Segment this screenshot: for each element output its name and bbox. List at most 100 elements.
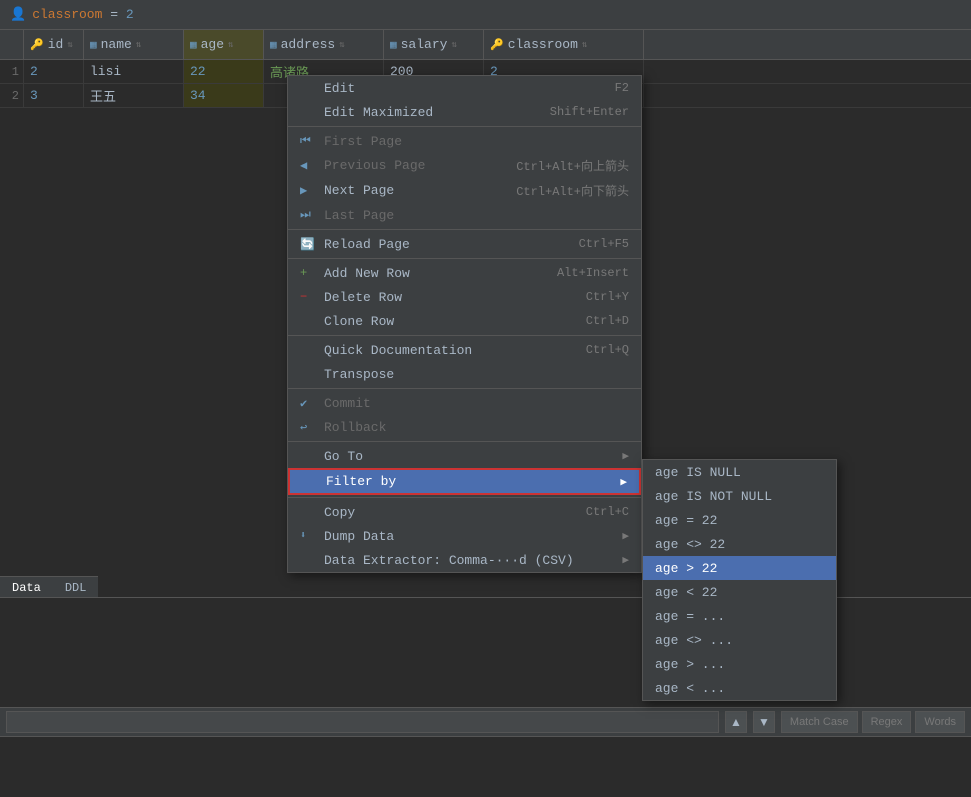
submenu-age-is-null[interactable]: age IS NULL [643,460,836,484]
menu-rollback: ↩ Rollback [288,415,641,439]
delete-row-icon: − [300,290,320,304]
col-header-address[interactable]: ▦ address ⇅ [264,30,384,59]
menu-next-page[interactable]: ▶ Next Page Ctrl+Alt+向下箭头 [288,178,641,203]
submenu-age-gt-dots[interactable]: age > ... [643,652,836,676]
menu-goto[interactable]: Go To ▶ [288,444,641,468]
menu-add-row[interactable]: + Add New Row Alt+Insert [288,261,641,285]
sort-icon-salary[interactable]: ⇅ [451,40,456,50]
nav-down-button[interactable]: ▼ [753,711,775,733]
submenu-age-lt-dots-label: age < ... [655,681,725,696]
menu-filter-by[interactable]: Filter by ▶ [288,468,641,495]
reload-shortcut: Ctrl+F5 [579,237,629,251]
col-header-classroom[interactable]: 🔑 classroom ⇅ [484,30,644,59]
filter-by-submenu: age IS NULL age IS NOT NULL age = 22 age… [642,459,837,701]
search-input[interactable] [6,711,719,733]
separator-5 [288,388,641,389]
menu-copy[interactable]: Copy Ctrl+C [288,500,641,524]
menu-delete-row[interactable]: − Delete Row Ctrl+Y [288,285,641,309]
submenu-age-is-null-label: age IS NULL [655,465,741,480]
menu-add-row-label: Add New Row [324,266,410,281]
submenu-age-neq-22[interactable]: age <> 22 [643,532,836,556]
words-button[interactable]: Words [915,711,965,733]
menu-quick-doc[interactable]: Quick Documentation Ctrl+Q [288,338,641,362]
menu-last-page-label: Last Page [324,208,394,223]
menu-data-extractor[interactable]: Data Extractor: Comma-···d (CSV) ▶ [288,548,641,572]
col-name-label: name [101,37,132,52]
submenu-age-eq-dots-label: age = ... [655,609,725,624]
data-extractor-arrow: ▶ [622,553,629,567]
key-icon: 🔑 [30,38,44,52]
user-icon: 👤 [10,7,26,22]
cell-age-1[interactable]: 22 [184,60,264,83]
first-page-icon: ⏮ [300,134,320,148]
menu-copy-label: Copy [324,505,355,520]
filter-by-arrow: ▶ [620,475,627,489]
menu-edit-max-label: Edit Maximized [324,105,433,120]
col-header-id[interactable]: 🔑 id ⇅ [24,30,84,59]
copy-shortcut: Ctrl+C [586,505,629,519]
menu-edit[interactable]: Edit F2 [288,76,641,100]
menu-first-page-label: First Page [324,134,402,149]
col-icon-name: ▦ [90,38,97,52]
menu-commit-label: Commit [324,396,371,411]
sort-icon-address[interactable]: ⇅ [339,40,344,50]
submenu-age-eq-dots[interactable]: age = ... [643,604,836,628]
submenu-age-eq-22[interactable]: age = 22 [643,508,836,532]
menu-goto-label: Go To [324,449,363,464]
context-menu: Edit F2 Edit Maximized Shift+Enter ⏮ Fir… [287,75,642,573]
col-classroom-label: classroom [508,37,578,52]
menu-clone-row-label: Clone Row [324,314,394,329]
menu-edit-maximized[interactable]: Edit Maximized Shift+Enter [288,100,641,124]
db-keyword: classroom [32,7,102,22]
separator-6 [288,441,641,442]
commit-icon: ✔ [300,396,320,411]
prev-page-icon: ◀ [300,158,320,173]
sort-icon-id[interactable]: ⇅ [67,40,72,50]
submenu-age-gt-22-label: age > 22 [655,561,717,576]
menu-clone-row[interactable]: Clone Row Ctrl+D [288,309,641,333]
submenu-age-gt-22[interactable]: age > 22 [643,556,836,580]
regex-button[interactable]: Regex [862,711,912,733]
submenu-age-neq-dots[interactable]: age <> ... [643,628,836,652]
col-icon-age: ▦ [190,38,197,52]
cell-name-1[interactable]: lisi [84,60,184,83]
row-num-header [0,30,24,59]
submenu-age-lt-dots[interactable]: age < ... [643,676,836,700]
cell-id-2[interactable]: 3 [24,84,84,107]
col-header-age[interactable]: ▦ age ⇅ [184,30,264,59]
add-row-icon: + [300,266,320,280]
col-age-label: age [201,37,224,52]
edit-shortcut: F2 [615,81,629,95]
separator-2 [288,229,641,230]
edit-max-shortcut: Shift+Enter [550,105,629,119]
sort-icon-name[interactable]: ⇅ [136,40,141,50]
cell-name-2[interactable]: 王五 [84,84,184,107]
col-salary-label: salary [401,37,448,52]
sort-icon-age[interactable]: ⇅ [228,40,233,50]
cell-age-2[interactable]: 34 [184,84,264,107]
row-num-1: 1 [0,60,24,83]
menu-reload[interactable]: 🔄 Reload Page Ctrl+F5 [288,232,641,256]
menu-transpose[interactable]: Transpose [288,362,641,386]
submenu-age-is-not-null-label: age IS NOT NULL [655,489,772,504]
sort-icon-classroom[interactable]: ⇅ [582,40,587,50]
menu-data-extractor-label: Data Extractor: Comma-···d (CSV) [324,553,574,568]
filter-value: 2 [126,7,134,22]
submenu-age-is-not-null[interactable]: age IS NOT NULL [643,484,836,508]
separator-1 [288,126,641,127]
submenu-age-lt-22[interactable]: age < 22 [643,580,836,604]
last-page-icon: ⏭ [300,208,320,222]
col-header-name[interactable]: ▦ name ⇅ [84,30,184,59]
menu-dump-data[interactable]: ⬇ Dump Data ▶ [288,524,641,548]
rollback-icon: ↩ [300,420,320,435]
dump-data-arrow: ▶ [622,529,629,543]
menu-first-page: ⏮ First Page [288,129,641,153]
cell-id-1[interactable]: 2 [24,60,84,83]
nav-up-button[interactable]: ▲ [725,711,747,733]
col-header-salary[interactable]: ▦ salary ⇅ [384,30,484,59]
col-id-label: id [48,37,64,52]
delete-row-shortcut: Ctrl+Y [586,290,629,304]
next-page-shortcut: Ctrl+Alt+向下箭头 [516,182,629,199]
menu-reload-label: Reload Page [324,237,410,252]
match-case-button[interactable]: Match Case [781,711,858,733]
